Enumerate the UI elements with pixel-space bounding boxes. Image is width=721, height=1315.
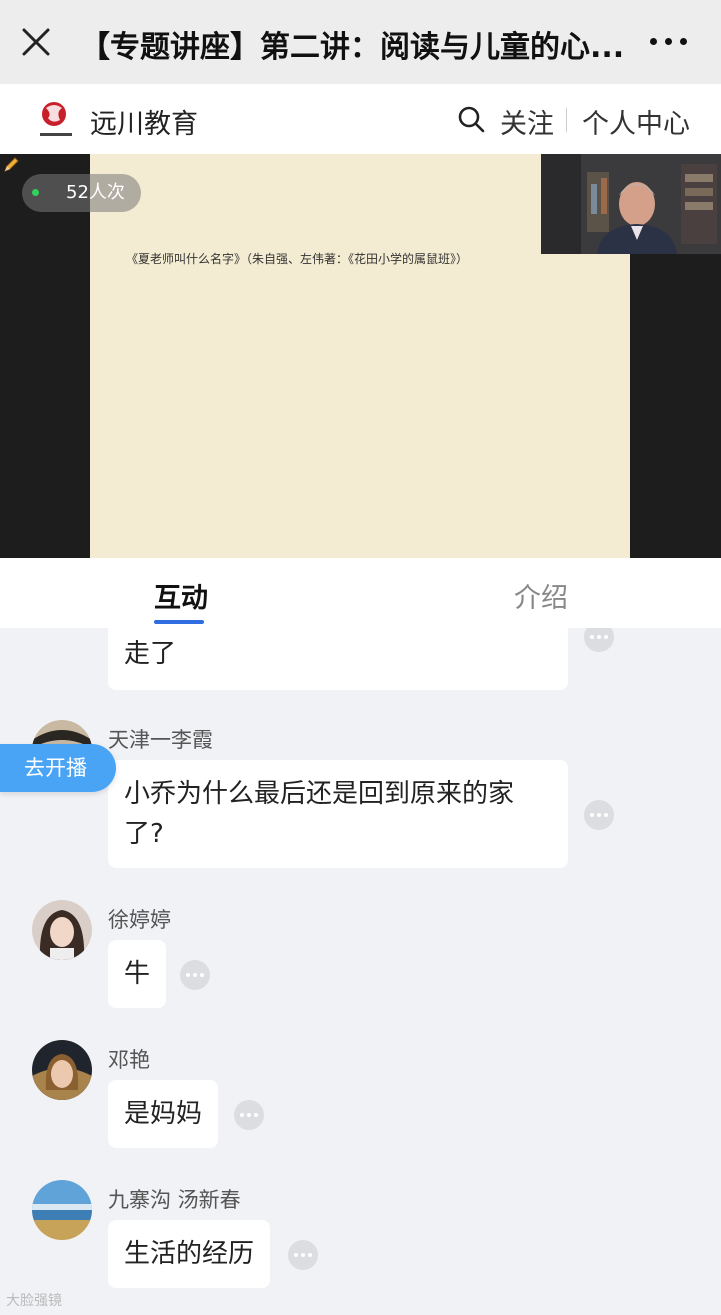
message-more-icon[interactable] (234, 1100, 264, 1130)
brand-name: 远川教育 (90, 109, 198, 140)
more-dots-icon[interactable] (650, 38, 687, 45)
message-bubble: 小乔为什么最后还是回到原来的家了? (108, 760, 568, 868)
message-more-icon[interactable] (584, 800, 614, 830)
slide-text: 《夏老师叫什么名字》（朱自强、左伟著：《花田小学的属鼠班》） (126, 252, 469, 266)
chat-list[interactable]: 走了 天津一李霞 小乔为什么最后还是回到原来的家了? 徐婷婷 牛 邓艳 是妈妈 … (0, 628, 721, 1315)
message-text: 是妈妈 (124, 1099, 203, 1129)
avatar (32, 1040, 92, 1100)
message-bubble: 牛 (108, 940, 167, 1008)
webcam-feed[interactable] (541, 154, 721, 254)
sender-name: 天津一李霞 (108, 728, 213, 752)
page-title: 【专题讲座】第二讲：阅读与儿童的心... (80, 30, 625, 65)
active-tab-indicator (154, 620, 204, 624)
avatar (32, 900, 92, 960)
sender-name: 邓艳 (108, 1048, 150, 1072)
message-text: 牛 (124, 959, 151, 989)
pencil-icon[interactable] (2, 156, 20, 174)
brand-bar: 远川教育 关注 个人中心 (0, 84, 721, 154)
tab-interaction[interactable]: 互动 (154, 576, 208, 615)
search-icon[interactable] (456, 104, 486, 134)
close-icon[interactable] (20, 26, 52, 58)
message-bubble: 是妈妈 (108, 1080, 219, 1148)
live-indicator-dot (32, 189, 39, 196)
divider (566, 108, 567, 132)
follow-button[interactable]: 关注 (500, 102, 554, 141)
watermark: 大脸强镜 (6, 1293, 62, 1309)
tab-bar: 互动 介绍 (0, 558, 721, 628)
title-bar: 【专题讲座】第二讲：阅读与儿童的心... (0, 0, 721, 84)
app-root: 【专题讲座】第二讲：阅读与儿童的心... 远川教育 关注 个人中心 《夏老师叫什… (0, 0, 721, 1315)
viewer-count-badge: 52人次 (22, 174, 141, 212)
message-more-icon[interactable] (584, 628, 614, 652)
webcam-image (541, 154, 721, 254)
brand-logo (38, 102, 74, 139)
video-player[interactable]: 《夏老师叫什么名字》（朱自强、左伟著：《花田小学的属鼠班》） 52人次 (0, 154, 721, 558)
message-more-icon[interactable] (288, 1240, 318, 1270)
message-text: 生活的经历 (124, 1239, 255, 1269)
personal-center-button[interactable]: 个人中心 (582, 102, 690, 141)
sender-name: 九寨沟 汤新春 (108, 1188, 241, 1212)
message-bubble: 生活的经历 (108, 1220, 271, 1288)
avatar (32, 1180, 92, 1240)
sender-name: 徐婷婷 (108, 908, 171, 932)
message-text: 小乔为什么最后还是回到原来的家了? (124, 779, 515, 849)
message-more-icon[interactable] (180, 960, 210, 990)
message-text: 走了 (124, 639, 177, 669)
tab-introduction[interactable]: 介绍 (514, 576, 568, 615)
message-bubble: 走了 (108, 628, 568, 690)
go-live-button[interactable]: 去开播 (0, 744, 116, 792)
